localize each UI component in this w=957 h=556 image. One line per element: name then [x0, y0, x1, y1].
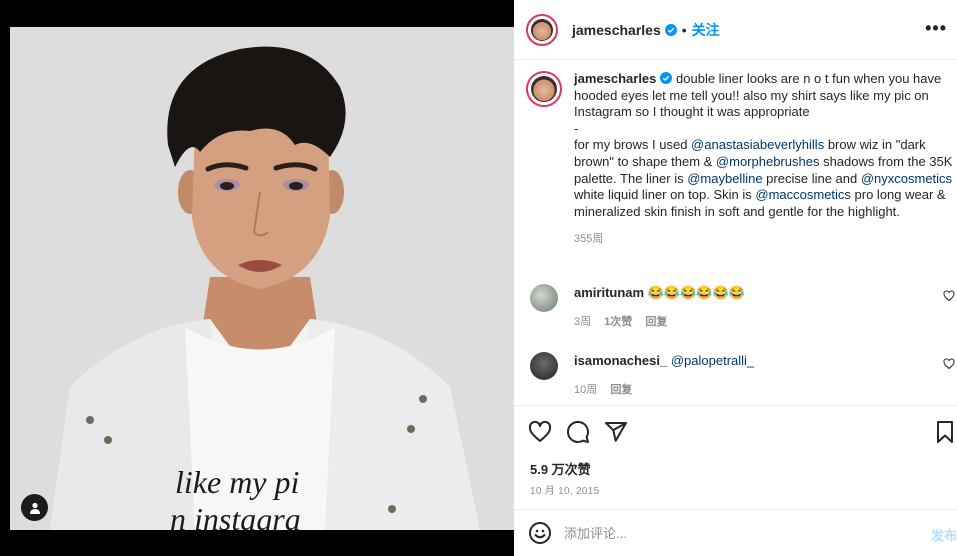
verified-badge-icon	[664, 23, 677, 36]
post-header: jamescharles • 关注 •••	[514, 0, 957, 60]
comment-text: isamonachesi_ @palopetralli_	[574, 352, 957, 369]
portrait-illustration: like my pi n instagra	[10, 27, 514, 530]
post-comment-button[interactable]: 发布	[931, 525, 957, 544]
comment-time[interactable]: 10周	[574, 384, 597, 396]
mention-link[interactable]: @palopetralli_	[671, 353, 754, 368]
more-options-button[interactable]: •••	[925, 18, 947, 39]
reply-button[interactable]: 回复	[610, 384, 632, 396]
mention-link[interactable]: @maccosmetics	[755, 187, 851, 202]
caption-avatar[interactable]	[526, 71, 562, 107]
post-details-panel: jamescharles • 关注 ••• jamescharles doubl…	[514, 0, 957, 556]
caption-part: precise line and	[762, 170, 861, 186]
mention-link[interactable]: @nyxcosmetics	[861, 171, 952, 186]
shirt-text-line1: like my pi	[175, 464, 299, 500]
reply-button[interactable]: 回复	[645, 316, 667, 328]
follow-button[interactable]: 关注	[692, 20, 720, 40]
caption-text: jamescharles double liner looks are n o …	[574, 71, 954, 220]
caption-username[interactable]: jamescharles	[574, 71, 656, 86]
commenter-avatar[interactable]	[530, 352, 558, 380]
shirt-text-line2: n instagra	[170, 501, 301, 530]
comment-input[interactable]	[564, 522, 904, 544]
comment-meta: 10周 回复	[574, 381, 957, 397]
mention-link[interactable]: @maybelline	[687, 171, 762, 186]
post-actions: 5.9 万次赞 10 月 10, 2015	[514, 405, 957, 509]
mention-link[interactable]: @morphebrushes	[716, 154, 820, 169]
comment-likes[interactable]: 1次赞	[604, 316, 632, 328]
post-media: like my pi n instagra	[0, 0, 514, 556]
comment-meta: 3周 1次赞 回复	[574, 313, 957, 329]
author-avatar[interactable]	[526, 13, 558, 46]
bookmark-icon	[937, 421, 953, 443]
comment-icon[interactable]	[566, 420, 590, 444]
commenter-username[interactable]: isamonachesi_	[574, 353, 667, 368]
comment-text: amiritunam 😂😂😂😂😂😂	[574, 284, 957, 301]
emoji-icon[interactable]	[528, 521, 552, 545]
share-icon[interactable]	[604, 420, 628, 444]
comments-list[interactable]: jamescharles double liner looks are n o …	[514, 61, 957, 404]
post-caption: jamescharles double liner looks are n o …	[526, 71, 956, 246]
person-icon	[29, 502, 40, 514]
tagged-users-button[interactable]	[21, 494, 48, 521]
author-username[interactable]: jamescharles	[572, 22, 661, 38]
post-photo[interactable]: like my pi n instagra	[10, 27, 514, 530]
likes-count[interactable]: 5.9 万次赞	[530, 459, 591, 478]
verified-badge-icon	[660, 72, 673, 84]
like-heart-icon[interactable]	[528, 420, 552, 444]
mention-link[interactable]: @anastasiabeverlyhills	[691, 137, 824, 152]
action-icons	[528, 420, 628, 444]
commenter-username[interactable]: amiritunam	[574, 285, 644, 300]
add-comment-bar: 发布	[514, 509, 957, 556]
comment-content: 😂😂😂😂😂😂	[647, 285, 745, 300]
header-separator: •	[681, 21, 687, 38]
heart-icon[interactable]	[943, 358, 955, 370]
commenter-avatar[interactable]	[530, 284, 558, 312]
save-button[interactable]	[933, 420, 957, 444]
comment-item: amiritunam 😂😂😂😂😂😂 3周 1次赞 回复	[530, 284, 957, 329]
post-date: 10 月 10, 2015	[530, 486, 600, 497]
comment-item: isamonachesi_ @palopetralli_ 10周 回复	[530, 352, 957, 397]
caption-time[interactable]: 355周	[574, 230, 956, 246]
comment-time[interactable]: 3周	[574, 316, 591, 328]
heart-icon[interactable]	[943, 290, 955, 302]
